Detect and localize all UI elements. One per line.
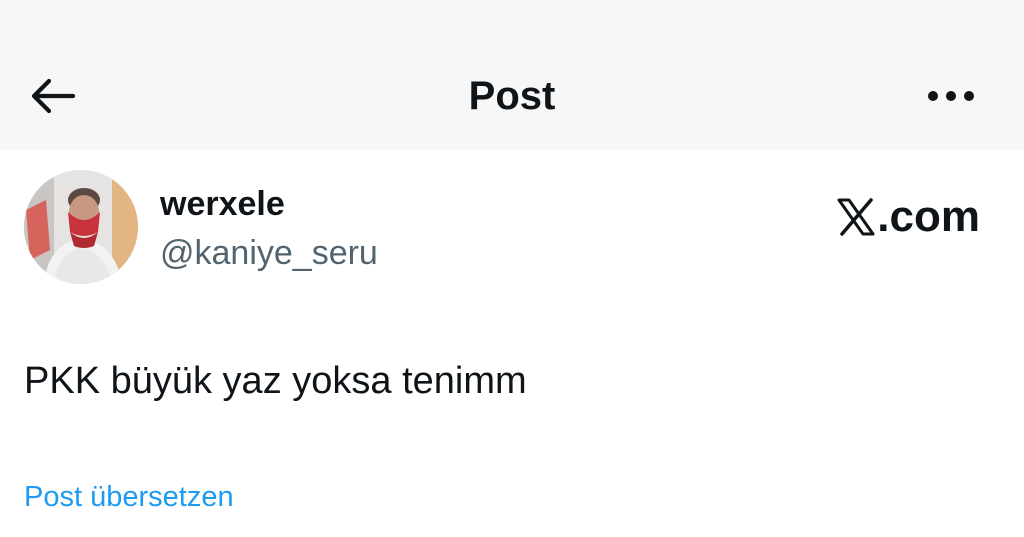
user-avatar-image [24,170,138,284]
page-title: Post [468,74,556,118]
more-horizontal-icon [928,91,974,101]
more-options-button[interactable] [918,70,984,122]
author-display-name[interactable]: werxele [160,183,285,225]
post-body-text: PKK büyük yaz yoksa tenimm [24,360,527,402]
x-watermark: .com [837,192,980,242]
post-page: Post werxele @kaniye_seru .com PKK büyük… [0,0,1024,537]
translate-post-link[interactable]: Post übersetzen [24,478,234,516]
post-header: Post [0,0,1024,150]
x-logo-icon [837,198,875,236]
avatar[interactable] [24,170,138,284]
author-handle[interactable]: @kaniye_seru [160,232,378,274]
watermark-text: .com [877,192,980,241]
